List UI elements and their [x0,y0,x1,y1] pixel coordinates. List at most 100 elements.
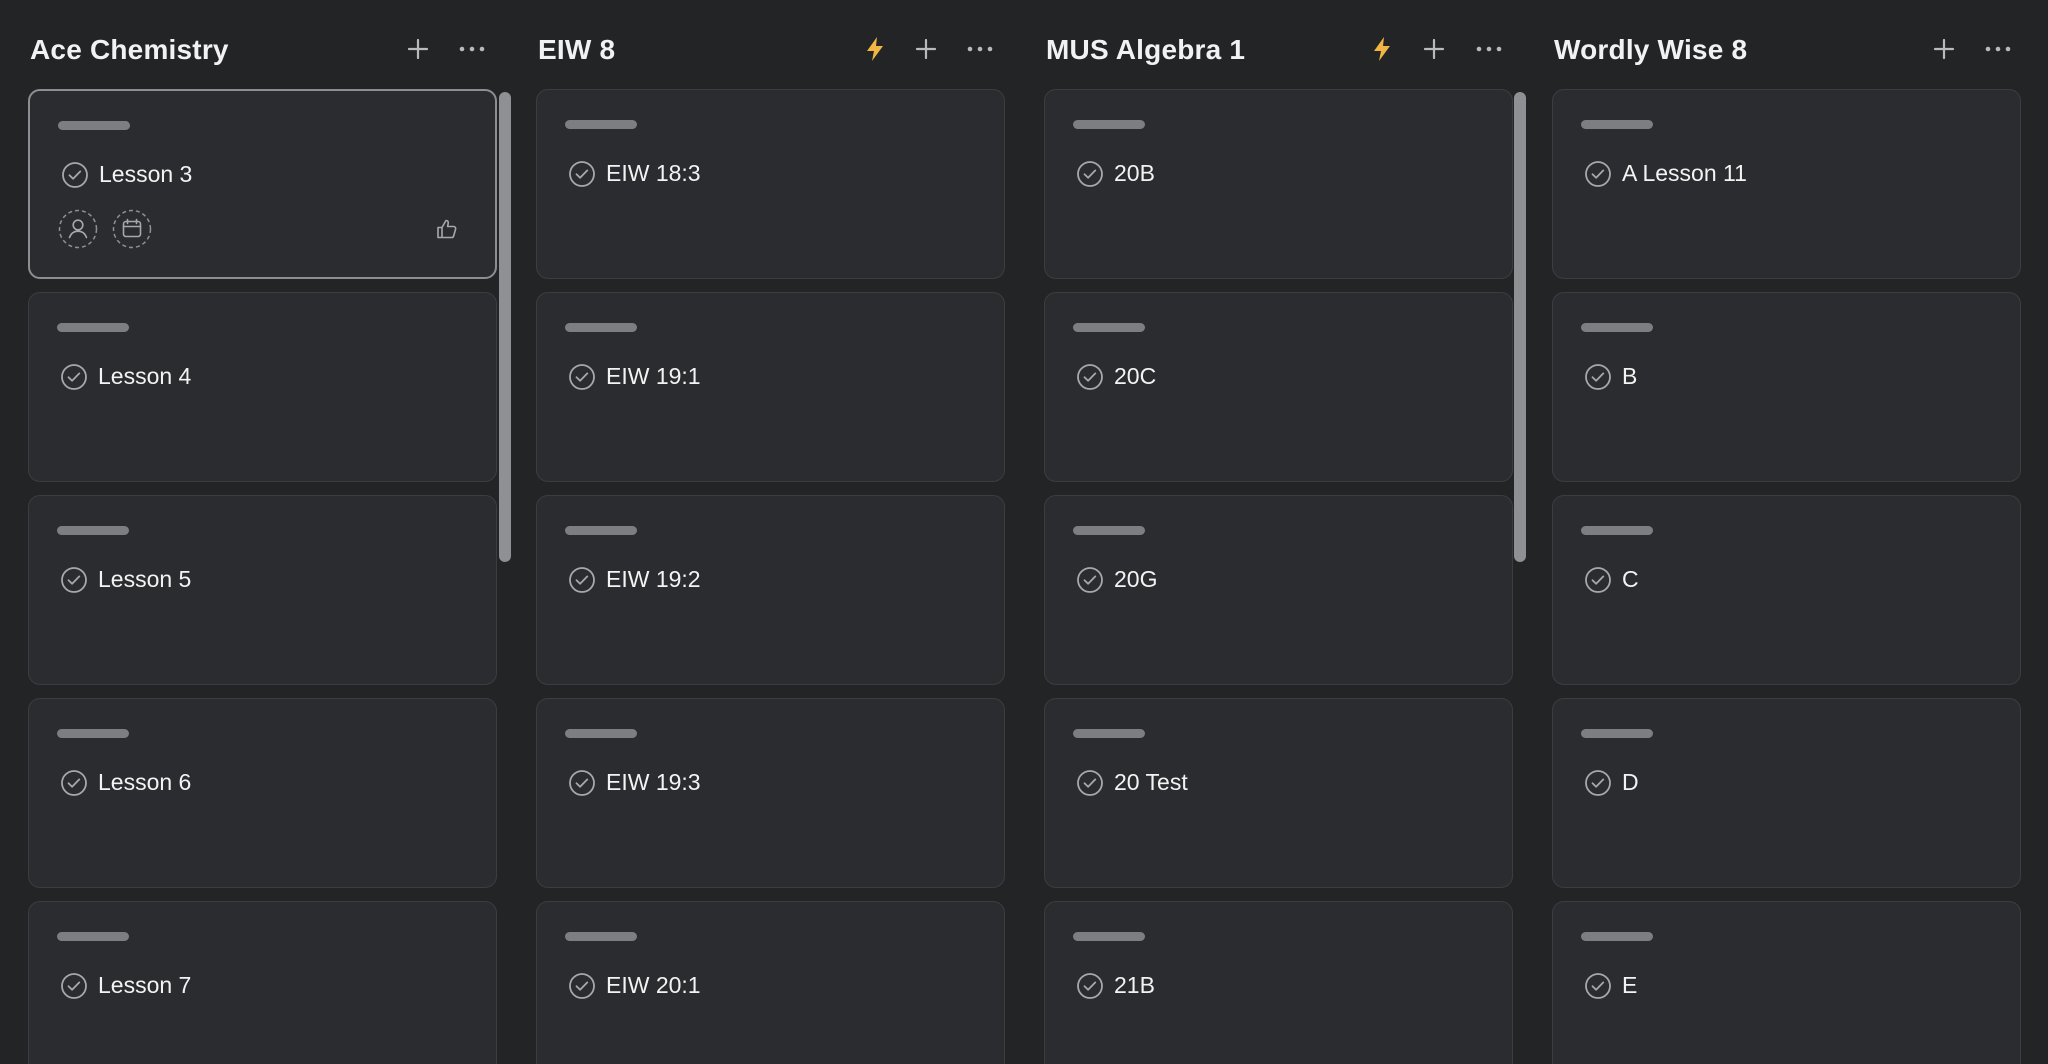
check-circle-icon [569,161,595,187]
task-card[interactable]: Lesson 3 [28,89,497,279]
ellipsis-icon [459,46,485,52]
task-card[interactable]: 20C [1044,292,1513,482]
complete-checkbox[interactable] [59,768,89,798]
check-circle-icon [1077,770,1103,796]
task-title: EIW 18:3 [606,160,701,186]
ellipsis-icon [967,46,993,52]
task-title: Lesson 3 [99,161,193,187]
task-card[interactable]: 21B [1044,901,1513,1064]
task-title: 20C [1114,363,1157,389]
column-more-button[interactable] [963,32,997,66]
check-circle-icon [1077,567,1103,593]
card-tag-bar [1073,932,1145,941]
complete-checkbox[interactable] [1075,159,1105,189]
check-circle-icon [1585,973,1611,999]
column-header: MUS Algebra 1 [1044,22,1515,74]
like-button[interactable] [433,215,461,243]
task-title: 20B [1114,160,1155,186]
check-circle-icon [1585,770,1611,796]
task-card[interactable]: D [1552,698,2021,888]
task-card[interactable]: Lesson 4 [28,292,497,482]
complete-checkbox[interactable] [1583,362,1613,392]
add-task-button[interactable] [909,32,943,66]
complete-checkbox[interactable] [1075,565,1105,595]
card-tag-bar [1073,120,1145,129]
add-task-button[interactable] [1417,32,1451,66]
column-scrollbar[interactable] [1514,92,1526,562]
card-tag-bar [57,729,129,738]
card-tag-bar [565,120,637,129]
task-card[interactable]: B [1552,292,2021,482]
complete-checkbox[interactable] [59,565,89,595]
task-card[interactable]: Lesson 6 [28,698,497,888]
complete-checkbox[interactable] [1583,768,1613,798]
check-circle-icon [1077,973,1103,999]
task-title: Lesson 6 [98,769,192,795]
card-tag-bar [565,323,637,332]
complete-checkbox[interactable] [59,362,89,392]
column-wordly-wise-8: Wordly Wise 8 A Lesson 11 B C D E [1552,0,2023,1064]
automation-button[interactable] [858,32,892,66]
column-more-button[interactable] [1981,32,2015,66]
task-title: C [1622,566,1639,592]
column-mus-algebra-1: MUS Algebra 1 20B 20C 20G 20 Test 21B [1044,0,1526,1064]
column-more-button[interactable] [1472,32,1506,66]
task-card[interactable]: EIW 19:1 [536,292,1005,482]
column-more-button[interactable] [455,32,489,66]
complete-checkbox[interactable] [1583,159,1613,189]
check-circle-icon [1585,161,1611,187]
card-tag-bar [57,323,129,332]
card-tag-bar [57,932,129,941]
task-title: 20G [1114,566,1158,592]
task-card[interactable]: 20B [1044,89,1513,279]
column-title: EIW 8 [538,34,616,65]
complete-checkbox[interactable] [1075,362,1105,392]
check-circle-icon [1077,364,1103,390]
complete-checkbox[interactable] [59,971,89,1001]
calendar-icon [112,209,152,249]
ellipsis-icon [1476,46,1502,52]
thumbs-up-icon [437,219,457,239]
card-tag-bar [1581,932,1653,941]
task-card[interactable]: 20G [1044,495,1513,685]
lightning-icon [1374,37,1390,61]
task-card[interactable]: C [1552,495,2021,685]
column-header: Wordly Wise 8 [1552,22,2023,74]
task-title: EIW 19:2 [606,566,701,592]
task-card[interactable]: E [1552,901,2021,1064]
task-title: EIW 19:3 [606,769,701,795]
task-card[interactable]: EIW 19:3 [536,698,1005,888]
check-circle-icon [1585,364,1611,390]
task-card[interactable]: EIW 19:2 [536,495,1005,685]
automation-button[interactable] [1365,32,1399,66]
complete-checkbox[interactable] [567,768,597,798]
complete-checkbox[interactable] [567,971,597,1001]
complete-checkbox[interactable] [1583,565,1613,595]
column-title: Ace Chemistry [30,34,229,65]
due-date-button[interactable] [112,209,152,249]
plus-icon [915,38,937,60]
task-card[interactable]: 20 Test [1044,698,1513,888]
complete-checkbox[interactable] [567,362,597,392]
task-card[interactable]: Lesson 7 [28,901,497,1064]
plus-icon [407,38,429,60]
task-card[interactable]: A Lesson 11 [1552,89,2021,279]
complete-checkbox[interactable] [567,159,597,189]
complete-checkbox[interactable] [60,160,90,190]
add-task-button[interactable] [401,32,435,66]
task-title: Lesson 4 [98,363,192,389]
ellipsis-icon [1985,46,2011,52]
task-card[interactable]: EIW 18:3 [536,89,1005,279]
column-scrollbar[interactable] [499,92,511,562]
complete-checkbox[interactable] [567,565,597,595]
task-card[interactable]: EIW 20:1 [536,901,1005,1064]
complete-checkbox[interactable] [1583,971,1613,1001]
task-title: D [1622,769,1639,795]
task-card[interactable]: Lesson 5 [28,495,497,685]
assignee-button[interactable] [58,209,98,249]
check-circle-icon [569,973,595,999]
complete-checkbox[interactable] [1075,971,1105,1001]
add-task-button[interactable] [1927,32,1961,66]
complete-checkbox[interactable] [1075,768,1105,798]
check-circle-icon [569,567,595,593]
